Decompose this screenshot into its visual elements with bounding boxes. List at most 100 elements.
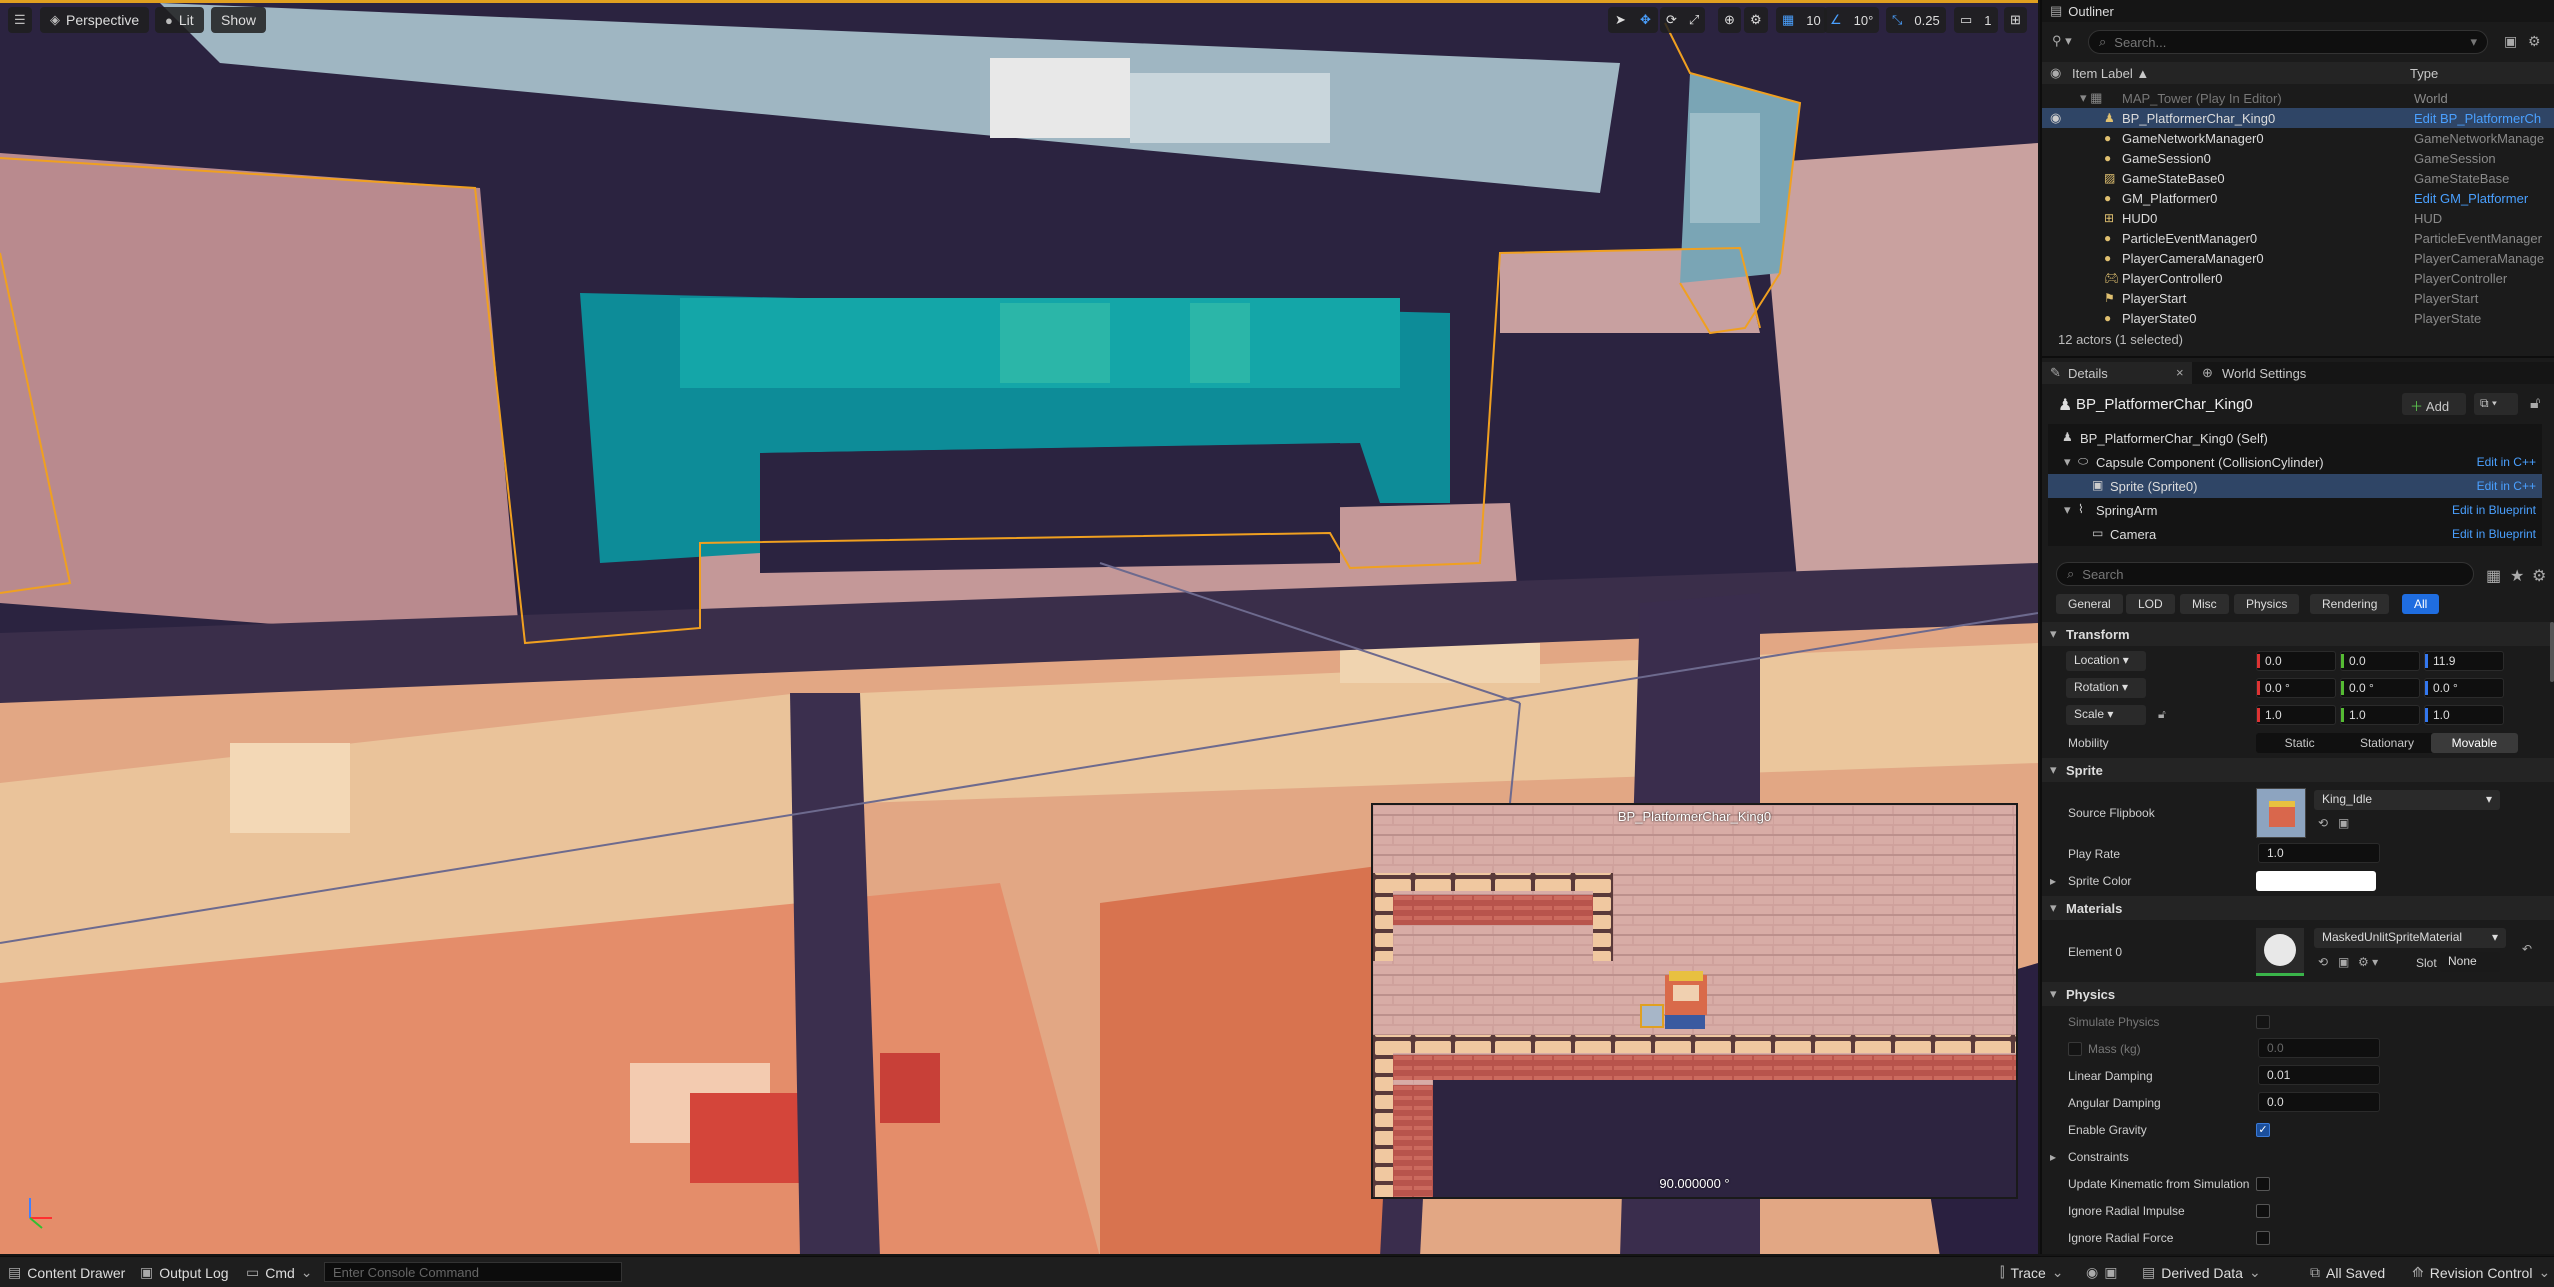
tab-details[interactable]: ✎ Details × [2042, 362, 2192, 384]
scale-dropdown[interactable]: Scale ▾ [2066, 705, 2146, 725]
ignore-radial-force-checkbox[interactable] [2256, 1231, 2270, 1245]
component-row[interactable]: ♟ BP_PlatformerChar_King0 (Self) [2048, 426, 2542, 450]
mobility-static[interactable]: Static [2256, 733, 2343, 753]
component-row[interactable]: ▾ ⬭ Capsule Component (CollisionCylinder) E… [2048, 450, 2542, 474]
scale-y[interactable]: 1.0 [2340, 705, 2420, 725]
rotation-y[interactable]: 0.0 ° [2340, 678, 2420, 698]
add-component-button[interactable]: ＋ Add [2402, 393, 2466, 415]
scale-x[interactable]: 1.0 [2256, 705, 2336, 725]
location-y[interactable]: 0.0 [2340, 651, 2420, 671]
settings-icon[interactable]: ⚙ [2532, 566, 2546, 586]
outliner-row-type[interactable]: Edit GM_Platformer [2414, 191, 2552, 206]
outliner-row[interactable]: ● GameNetworkManager0 GameNetworkManage [2042, 128, 2554, 148]
linear-damping-input[interactable]: 0.01 [2258, 1065, 2380, 1085]
expand-icon[interactable]: ▸ [2050, 1150, 2056, 1164]
sprite-color-swatch[interactable] [2256, 871, 2376, 891]
simulate-physics-checkbox[interactable] [2256, 1015, 2270, 1029]
filter-all[interactable]: All [2402, 594, 2440, 614]
rotation-x[interactable]: 0.0 ° [2256, 678, 2336, 698]
section-sprite[interactable]: Sprite [2042, 758, 2554, 782]
rotation-dropdown[interactable]: Rotation ▾ [2066, 678, 2146, 698]
browse-icon[interactable]: ⟲ [2318, 955, 2328, 969]
outliner-row[interactable]: ⊞ HUD0 HUD [2042, 208, 2554, 228]
star-icon[interactable]: ★ [2510, 566, 2524, 586]
cmd-button[interactable]: ▭ Cmd ⌄ [246, 1264, 313, 1281]
search-dropdown-icon[interactable]: ▾ [2470, 34, 2477, 50]
blueprint-options-button[interactable]: ⧉ ▾ [2474, 393, 2518, 415]
close-icon[interactable]: × [2176, 365, 2184, 380]
section-transform[interactable]: Transform [2042, 622, 2554, 646]
console-input[interactable]: Enter Console Command [324, 1262, 622, 1282]
section-materials[interactable]: Materials [2042, 896, 2554, 920]
select-tool-icon[interactable]: ➤ [1613, 12, 1628, 28]
material-dropdown[interactable]: MaskedUnlitSpriteMaterial ▾ [2314, 928, 2506, 948]
trace-button[interactable]: ⫿ Trace ⌄ [2000, 1264, 2064, 1281]
table-view-icon[interactable]: ▦ [2486, 566, 2501, 586]
content-drawer-button[interactable]: ▤ Content Drawer [8, 1264, 125, 1281]
update-kinematic-checkbox[interactable] [2256, 1177, 2270, 1191]
filter-rendering[interactable]: Rendering [2310, 594, 2390, 614]
grid-snap-control[interactable]: ▦ 10 [1776, 7, 1827, 33]
rotation-z[interactable]: 0.0 ° [2424, 678, 2504, 698]
component-edit-link[interactable]: Edit in Blueprint [2452, 503, 2536, 517]
add-folder-icon[interactable]: ▣ [2504, 33, 2517, 50]
filter-lod[interactable]: LOD [2126, 594, 2175, 614]
visibility-eye-icon[interactable]: ◉ [2050, 110, 2061, 126]
section-physics[interactable]: Physics [2042, 982, 2554, 1006]
material-options-icon[interactable]: ⚙ ▾ [2358, 955, 2378, 969]
lit-button[interactable]: ● Lit [155, 7, 204, 33]
find-asset-icon[interactable]: ▣ [2338, 816, 2349, 830]
outliner-tab[interactable]: ▤ Outliner [2042, 0, 2554, 22]
scale-tool-icon[interactable]: ⤢ [1683, 12, 1705, 28]
output-log-button[interactable]: ▣ Output Log [140, 1264, 229, 1281]
derived-data-button[interactable]: ▤ Derived Data ⌄ [2142, 1264, 2261, 1281]
save-status[interactable]: ⧉ All Saved [2310, 1264, 2385, 1281]
flipbook-dropdown[interactable]: King_Idle ▾ [2314, 790, 2500, 810]
location-x[interactable]: 0.0 [2256, 651, 2336, 671]
outliner-row[interactable]: ▨ GameStateBase0 GameStateBase [2042, 168, 2554, 188]
expand-icon[interactable]: ▾ [2064, 454, 2071, 470]
location-z[interactable]: 11.9 [2424, 651, 2504, 671]
outliner-row[interactable]: 🎮︎ PlayerController0 PlayerController [2042, 268, 2554, 288]
scale-z[interactable]: 1.0 [2424, 705, 2504, 725]
rotate-tool-icon[interactable]: ⟳ [1660, 12, 1683, 28]
mass-input[interactable]: 0.0 [2258, 1038, 2380, 1058]
angular-damping-input[interactable]: 0.0 [2258, 1092, 2380, 1112]
outliner-row-type[interactable]: Edit BP_PlatformerCh [2414, 111, 2552, 126]
component-row[interactable]: ▾ ⌇ SpringArm Edit in Blueprint [2048, 498, 2542, 522]
outliner-row[interactable]: ● PlayerState0 PlayerState [2042, 308, 2554, 328]
enable-gravity-checkbox[interactable]: ✓ [2256, 1123, 2270, 1137]
level-viewport[interactable]: ☰ ◈ Perspective ● Lit Show ➤ ✥ ⟳ ⤢ ⊕ ⚙ ▦… [0, 0, 2038, 1254]
component-row[interactable]: ▣ Sprite (Sprite0) Edit in C++ [2048, 474, 2542, 498]
filter-icon[interactable]: ⚲ ▾ [2052, 33, 2072, 49]
playrate-input[interactable]: 1.0 [2258, 843, 2380, 863]
details-scrollbar[interactable] [2550, 622, 2554, 682]
outliner-world-row[interactable]: ▾ ▦ MAP_Tower (Play In Editor) World [2042, 88, 2554, 108]
col-item-label[interactable]: Item Label ▲ [2072, 66, 2149, 81]
settings-icon[interactable]: ⚙ [2528, 33, 2541, 50]
lock-icon[interactable]: 🔓︎ [2530, 395, 2540, 413]
filter-misc[interactable]: Misc [2180, 594, 2229, 614]
outliner-row[interactable]: ● GM_Platformer0 Edit GM_Platformer [2042, 188, 2554, 208]
viewport-menu-button[interactable]: ☰ [8, 7, 32, 33]
find-asset-icon[interactable]: ▣ [2338, 955, 2349, 969]
outliner-row[interactable]: ⚑ PlayerStart PlayerStart [2042, 288, 2554, 308]
outliner-row[interactable]: ● GameSession0 GameSession [2042, 148, 2554, 168]
surface-snap-toggle[interactable]: ⚙ [1744, 7, 1768, 33]
revision-control-button[interactable]: ⟰ Revision Control ⌄ [2412, 1264, 2550, 1281]
component-edit-link[interactable]: Edit in Blueprint [2452, 527, 2536, 541]
outliner-row[interactable]: ● ParticleEventManager0 ParticleEventManag… [2042, 228, 2554, 248]
angle-snap-control[interactable]: ∠ 10° [1824, 7, 1880, 33]
expand-icon[interactable]: ▾ [2064, 502, 2071, 518]
expand-icon[interactable]: ▸ [2050, 874, 2056, 888]
ignore-radial-impulse-checkbox[interactable] [2256, 1204, 2270, 1218]
scale-snap-control[interactable]: ⤡ 0.25 [1886, 7, 1946, 33]
component-row[interactable]: ▭ Camera Edit in Blueprint [2048, 522, 2542, 546]
material-thumbnail[interactable] [2256, 928, 2304, 976]
location-dropdown[interactable]: Location ▾ [2066, 651, 2146, 671]
camera-speed-control[interactable]: ▭ 1 [1954, 7, 1998, 33]
mobility-stationary[interactable]: Stationary [2343, 733, 2430, 753]
flipbook-thumbnail[interactable] [2256, 788, 2306, 838]
browse-icon[interactable]: ⟲ [2318, 816, 2328, 830]
record-icon[interactable]: ◉ [2086, 1264, 2098, 1281]
